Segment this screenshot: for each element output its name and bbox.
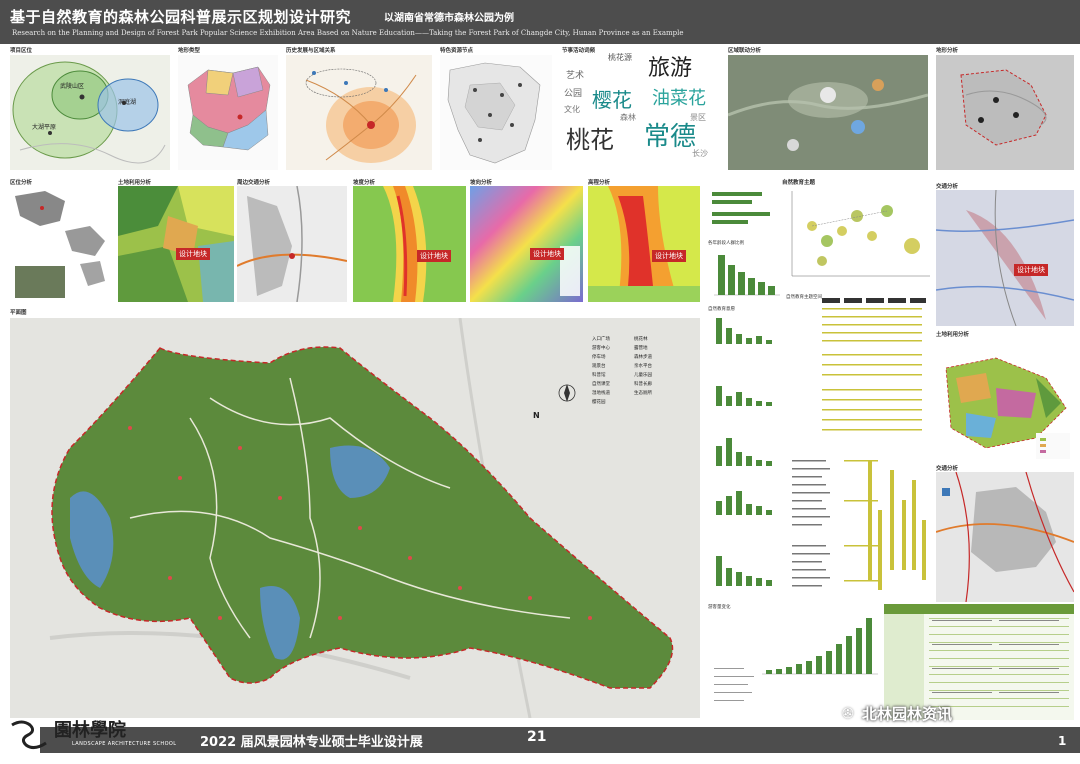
legend-item-15: 生态厕所 [634, 391, 652, 396]
stats-bars-top [706, 178, 780, 238]
stats-bar-chart-1: 各年龄段人群比例 [706, 240, 782, 302]
stamp-landuse: 设计地块 [176, 248, 210, 260]
visitor-trend-chart: 游客量变化 [706, 604, 882, 714]
legend-item-10: 露营地 [634, 346, 648, 351]
aspect-map: 设计地块 [470, 186, 583, 302]
regional-linkage-map [728, 55, 928, 170]
panel-title-transport: 交通分析 [936, 184, 959, 190]
page-number: 1 [1058, 734, 1067, 748]
word-3: 油菜花 [652, 88, 706, 109]
word-8: 公园 [564, 89, 583, 99]
school-name: 園林學院 [54, 720, 126, 741]
resource-node-map [440, 55, 552, 170]
landuse-detail-map [936, 338, 1074, 462]
page-title: 基于自然教育的森林公园科普展示区规划设计研究 [10, 8, 352, 26]
panel-title-slope: 坡度分析 [353, 180, 376, 186]
word-4: 桃花 [566, 126, 614, 154]
word-5: 常德 [644, 122, 697, 152]
theme-space-table: 自然教育主题空间 [782, 294, 932, 454]
word-9: 文化 [564, 105, 580, 114]
legend-item-2: 游客中心 [592, 346, 610, 351]
terrain-type-map [178, 55, 278, 170]
location-map: 武陵山区 大湖平原 洞庭湖 [10, 55, 170, 170]
school-logo-icon [8, 717, 52, 757]
plan-legend: 入口广场 游客中心 停车场 观景台 科普馆 自然课堂 湿地栈道 樱花园 桃花林 … [592, 336, 678, 446]
legend-item-13: 儿童乐园 [634, 373, 652, 378]
word-11: 森林 [620, 113, 636, 122]
legend-item-12: 亲水平台 [634, 364, 652, 369]
exhibition-title: 2022 届风景园林专业硕士毕业设计展 [200, 735, 423, 750]
transport-analysis-map: 设计地块 [936, 190, 1074, 326]
panel-title-topo: 地形分析 [936, 48, 959, 54]
chart-title-1: 各年龄段人群比例 [708, 241, 744, 246]
school-name-english: LANDSCAPE ARCHITECTURE SCHOOL [72, 741, 177, 747]
legend-item-1: 入口广场 [592, 337, 610, 342]
area-analysis-map [10, 186, 112, 302]
schedule-chart [858, 450, 934, 598]
location-label-wuling: 武陵山区 [60, 83, 85, 90]
event-wordcloud: 旅游 樱花 油菜花 桃花 常德 桃花源 艺术 公园 文化 景区 森林 长沙 [562, 50, 722, 165]
panel-title-linkage: 区域联动分析 [728, 48, 762, 54]
wechat-icon: ✇ [842, 706, 854, 722]
legend-item-5: 科普馆 [592, 373, 606, 378]
panel-title-landuse: 土地利用分析 [118, 180, 152, 186]
transport-detail-map [936, 472, 1074, 602]
legend-item-11: 森林步道 [634, 355, 652, 360]
legend-item-4: 观景台 [592, 364, 606, 369]
slope-map: 设计地块 [353, 186, 466, 302]
chart-title-theme-space: 自然教育主题空间 [786, 295, 822, 300]
elevation-map: 设计地块 [588, 186, 700, 302]
stamp-slope: 设计地块 [417, 250, 451, 262]
footer-bar [40, 727, 1080, 753]
panel-title-transport-2: 交通分析 [936, 466, 959, 472]
panel-title-history: 历史发展与区域关系 [286, 48, 336, 54]
page-title-english: Research on the Planning and Design of F… [12, 29, 684, 37]
history-relation-map [286, 55, 432, 170]
nature-theme-diagram [782, 186, 932, 286]
panel-title-area: 区位分析 [10, 180, 33, 186]
chart-title-2: 自然教育意愿 [708, 307, 735, 312]
panel-title-location: 项目区位 [10, 48, 33, 54]
panel-title-elevation: 高程分析 [588, 180, 611, 186]
north-arrow-label: N [533, 411, 540, 420]
panel-title-resources: 特色资源节点 [440, 48, 474, 54]
traffic-map [237, 186, 347, 302]
wechat-watermark: 北林园林资讯 [862, 705, 953, 723]
word-12: 长沙 [692, 149, 708, 158]
location-label-lake: 洞庭湖 [118, 99, 137, 106]
panel-title-terrain: 地形类型 [178, 48, 201, 54]
panel-title-aspect: 坡向分析 [470, 180, 493, 186]
page-subtitle: 以湖南省常德市森林公园为例 [384, 13, 514, 24]
panel-title-plan: 平面图 [10, 310, 27, 316]
stamp-elevation: 设计地块 [652, 250, 686, 262]
panel-title-nature-theme: 自然教育主题 [782, 180, 816, 186]
stamp-aspect: 设计地块 [530, 248, 564, 260]
word-2: 樱花 [592, 88, 632, 112]
legend-item-3: 停车场 [592, 355, 606, 360]
topography-map [936, 55, 1074, 170]
panel-title-landuse-2: 土地利用分析 [936, 332, 970, 338]
word-7: 艺术 [566, 71, 585, 81]
location-label-plain: 大湖平原 [32, 124, 57, 131]
chart-title-visitors: 游客量变化 [708, 605, 731, 610]
legend-item-8: 樱花园 [592, 400, 606, 405]
word-10: 景区 [690, 113, 706, 122]
legend-item-14: 科普长廊 [634, 382, 652, 387]
word-6: 桃花源 [608, 53, 632, 62]
legend-item-9: 桃花林 [634, 337, 648, 342]
legend-item-6: 自然课堂 [592, 382, 610, 387]
landuse-map: 设计地块 [118, 186, 234, 302]
legend-item-7: 湿地栈道 [592, 391, 610, 396]
master-plan: N 入口广场 游客中心 停车场 观景台 科普馆 自然课堂 湿地栈道 樱花园 桃花… [10, 318, 700, 718]
stamp-transport: 设计地块 [1014, 264, 1048, 276]
panel-title-traffic: 周边交通分析 [237, 180, 271, 186]
exhibition-number: 21 [527, 729, 547, 745]
word-1: 旅游 [648, 56, 693, 81]
